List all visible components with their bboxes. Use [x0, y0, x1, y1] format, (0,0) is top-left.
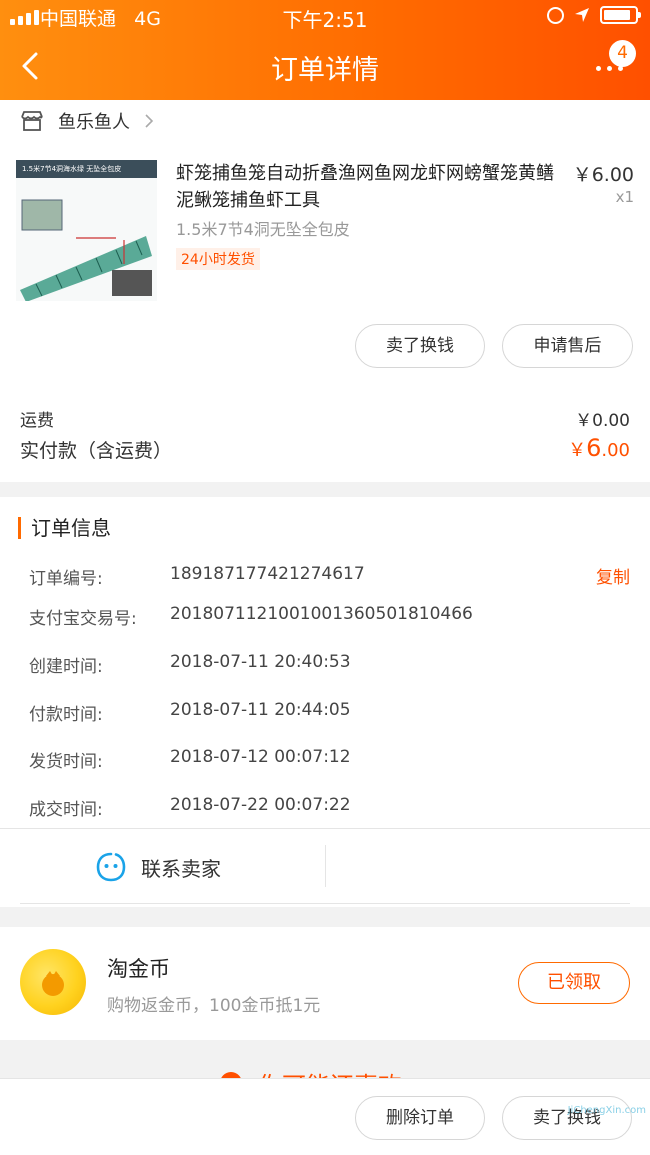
- product-title[interactable]: 虾笼捕鱼笼自动折叠渔网鱼网龙虾网螃蟹笼黄鳝泥鳅笼捕鱼虾工具: [176, 160, 556, 214]
- shipping-tag: 24小时发货: [176, 248, 260, 270]
- shipping-fee-label: 运费: [20, 411, 54, 431]
- delete-order-button[interactable]: 删除订单: [355, 1096, 485, 1140]
- paid-integer: 6: [586, 434, 602, 462]
- vertical-divider: [325, 845, 326, 887]
- fish-trap-image: [16, 178, 157, 301]
- status-bar: 中国联通 4G 下午2:51: [0, 0, 650, 34]
- info-row: 付款时间: 2018-07-11 20:44:05: [29, 700, 639, 725]
- info-row: 创建时间: 2018-07-11 20:40:53: [29, 652, 639, 677]
- recommendation-title: 你可能还喜欢: [258, 1066, 402, 1078]
- info-key: 支付宝交易号:: [29, 609, 137, 629]
- sell-for-cash-button[interactable]: 卖了换钱: [355, 324, 485, 368]
- app-header: 中国联通 4G 下午2:51 订单详情 4: [0, 0, 650, 100]
- contact-seller-label: 联系卖家: [141, 856, 221, 881]
- chevron-right-icon: [145, 114, 154, 128]
- sell-for-cash-bottom-button[interactable]: 卖了换钱: [502, 1096, 632, 1140]
- divider: [0, 828, 650, 829]
- chat-face-icon: [96, 852, 126, 882]
- more-button[interactable]: 4: [594, 40, 636, 82]
- info-key: 创建时间:: [29, 657, 103, 677]
- paid-decimal: .00: [601, 440, 630, 461]
- status-icons: [547, 6, 641, 24]
- product-quantity: x1: [615, 188, 634, 206]
- created-time: 2018-07-11 20:40:53: [170, 652, 351, 672]
- paid-currency: ￥: [568, 440, 587, 461]
- recommendation-header: 你可能还喜欢: [0, 1058, 650, 1078]
- gold-coin-icon: [20, 949, 86, 1015]
- nav-bar: 订单详情 4: [0, 34, 650, 100]
- coin-subtitle: 购物返金币，100金币抵1元: [107, 996, 321, 1016]
- product-thumbnail[interactable]: 1.5米7节4洞海水绿 无坠全包皮: [16, 160, 157, 301]
- info-key: 发货时间:: [29, 752, 103, 772]
- product-sku: 1.5米7节4洞无坠全包皮: [176, 220, 350, 239]
- alipay-trade-number: 2018071121001001360501810466: [170, 604, 473, 624]
- order-product-card: 鱼乐鱼人 1.5米7节4洞海水绿 无坠全包皮 虾笼捕鱼笼自动折叠渔网鱼网龙虾网螃…: [0, 100, 650, 482]
- info-key: 成交时间:: [29, 800, 103, 820]
- taojinbi-card: 淘金币 购物返金币，100金币抵1元 已领取: [0, 927, 650, 1040]
- paid-amount-label: 实付款（含运费）: [20, 440, 173, 462]
- shop-name: 鱼乐鱼人: [58, 112, 130, 133]
- paid-time: 2018-07-11 20:44:05: [170, 700, 351, 720]
- bottom-action-bar: 删除订单 卖了换钱 JiChengXin.com: [0, 1078, 650, 1155]
- battery-icon: [600, 6, 641, 24]
- shop-link[interactable]: 鱼乐鱼人: [20, 106, 168, 136]
- copy-order-number-button[interactable]: 复制: [596, 563, 630, 588]
- order-number: 189187177421274617: [170, 564, 365, 584]
- coins-claimed-button[interactable]: 已领取: [518, 962, 630, 1004]
- watermark: JiChengXin.com: [567, 1105, 646, 1116]
- info-row: 支付宝交易号: 2018071121001001360501810466: [29, 604, 639, 629]
- rotation-lock-icon: [547, 6, 564, 24]
- info-row: 订单编号: 189187177421274617: [29, 564, 639, 589]
- divider: [20, 903, 630, 904]
- completed-time: 2018-07-22 00:07:22: [170, 795, 351, 815]
- store-icon: [21, 111, 43, 131]
- info-key: 订单编号:: [29, 569, 103, 589]
- coin-title: 淘金币: [107, 957, 170, 981]
- location-icon: [575, 8, 589, 22]
- paid-amount-value: ￥6.00: [568, 434, 630, 462]
- thumbnail-caption: 1.5米7节4洞海水绿 无坠全包皮: [16, 160, 157, 178]
- info-key: 付款时间:: [29, 705, 103, 725]
- order-info-card: 订单信息 订单编号: 189187177421274617 复制 支付宝交易号:…: [0, 497, 650, 907]
- message-badge: 4: [609, 40, 636, 67]
- info-row: 成交时间: 2018-07-22 00:07:22: [29, 795, 639, 820]
- shipping-fee-value: ￥0.00: [575, 411, 630, 431]
- shipped-time: 2018-07-12 00:07:12: [170, 747, 351, 767]
- order-info-title: 订单信息: [18, 517, 111, 539]
- contact-seller-button[interactable]: 联系卖家: [95, 849, 221, 885]
- info-row: 发货时间: 2018-07-12 00:07:12: [29, 747, 639, 772]
- product-price: ￥6.00: [572, 164, 634, 186]
- after-sale-button[interactable]: 申请售后: [502, 324, 633, 368]
- page-title: 订单详情: [271, 55, 379, 86]
